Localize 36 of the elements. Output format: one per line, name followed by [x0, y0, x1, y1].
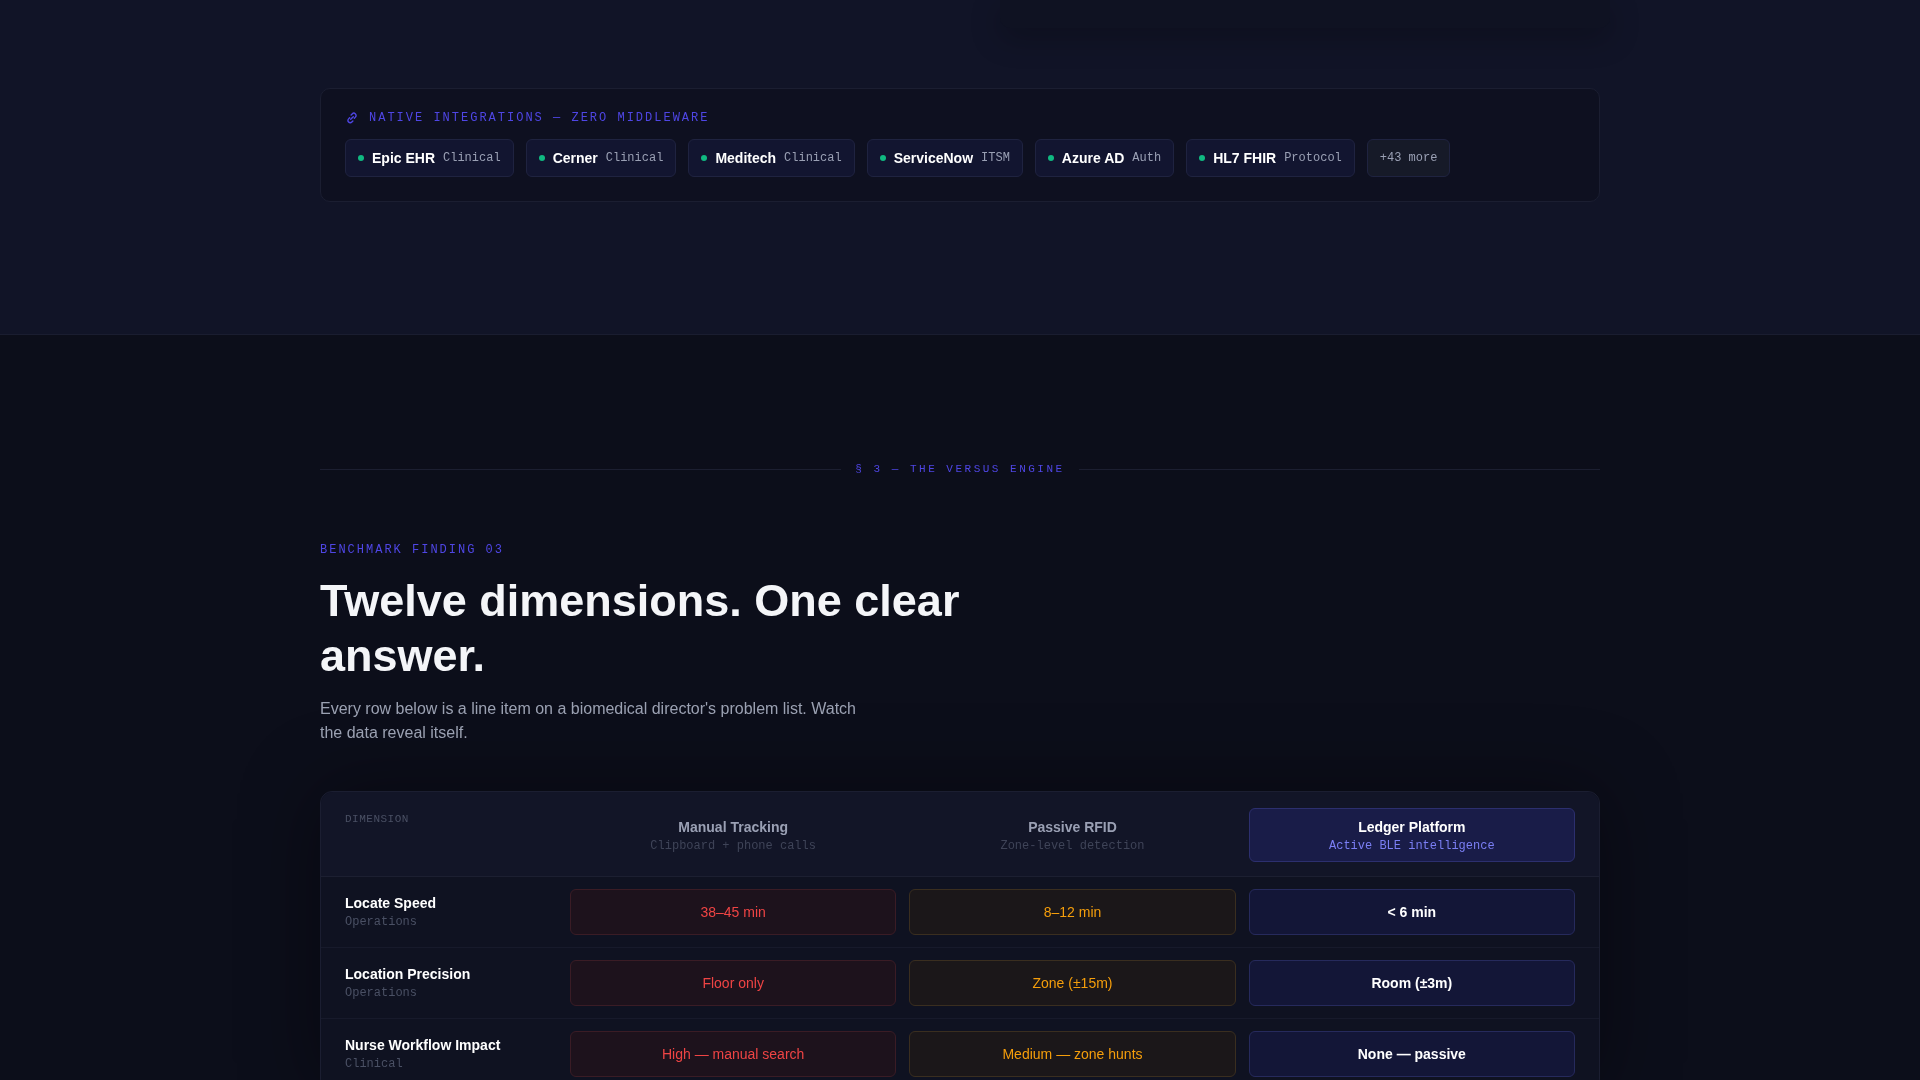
more-integrations-button[interactable]: +43 more	[1366, 139, 1451, 177]
integration-category: Clinical	[784, 151, 842, 165]
integration-category: Clinical	[443, 151, 501, 165]
table-cell: 8–12 min	[909, 889, 1236, 935]
table-cell: < 6 min	[1248, 889, 1575, 935]
integration-name: Meditech	[715, 150, 777, 166]
table-cell: 38–45 min	[570, 889, 897, 935]
integration-name: ServiceNow	[893, 150, 974, 166]
column-header: Ledger Platform Active BLE intelligence	[1248, 808, 1575, 862]
integration-name: Cerner	[552, 150, 598, 166]
dimension-group: Clinical	[345, 1057, 557, 1071]
integration-name: Azure AD	[1061, 150, 1125, 166]
intro-paragraph: Every row below is a line item on a biomedical director's problem list. Watch the data reveal itself.	[320, 699, 857, 743]
integration-name: Epic EHR	[372, 150, 435, 166]
integration-category: ITSM	[981, 151, 1010, 165]
table-cell: Room (±3m)	[1248, 960, 1575, 1006]
integration-category: Clinical	[605, 151, 664, 165]
integration-category: Protocol	[1284, 151, 1342, 165]
integration-category: Auth	[1132, 151, 1162, 165]
link-icon	[345, 111, 359, 125]
dimension-name: Nurse Workflow Impact	[345, 1037, 502, 1053]
column-header: DIMENSION	[345, 813, 409, 825]
integrations-title: NATIVE INTEGRATIONS — ZERO MIDDLEWARE	[369, 111, 710, 125]
table-cell: Medium — zone hunts	[909, 1031, 1236, 1077]
dimension-name: Locate Speed	[345, 895, 438, 911]
dimension-group: Operations	[345, 986, 557, 1000]
table-cell: Zone (±15m)	[909, 960, 1236, 1006]
dimension-group: Operations	[345, 915, 557, 929]
table-cell: High — manual search	[570, 1031, 897, 1077]
dimension-name: Location Precision	[345, 966, 472, 982]
section-label: § 3 — THE VERSUS ENGINE	[855, 463, 1065, 475]
integration-name: HL7 FHIR	[1213, 150, 1277, 166]
table-cell: Floor only	[570, 960, 897, 1006]
eyebrow-label: BENCHMARK FINDING 03	[320, 543, 506, 557]
section-heading: Twelve dimensions. One clear answer.	[320, 574, 961, 683]
table-cell: None — passive	[1248, 1031, 1575, 1077]
